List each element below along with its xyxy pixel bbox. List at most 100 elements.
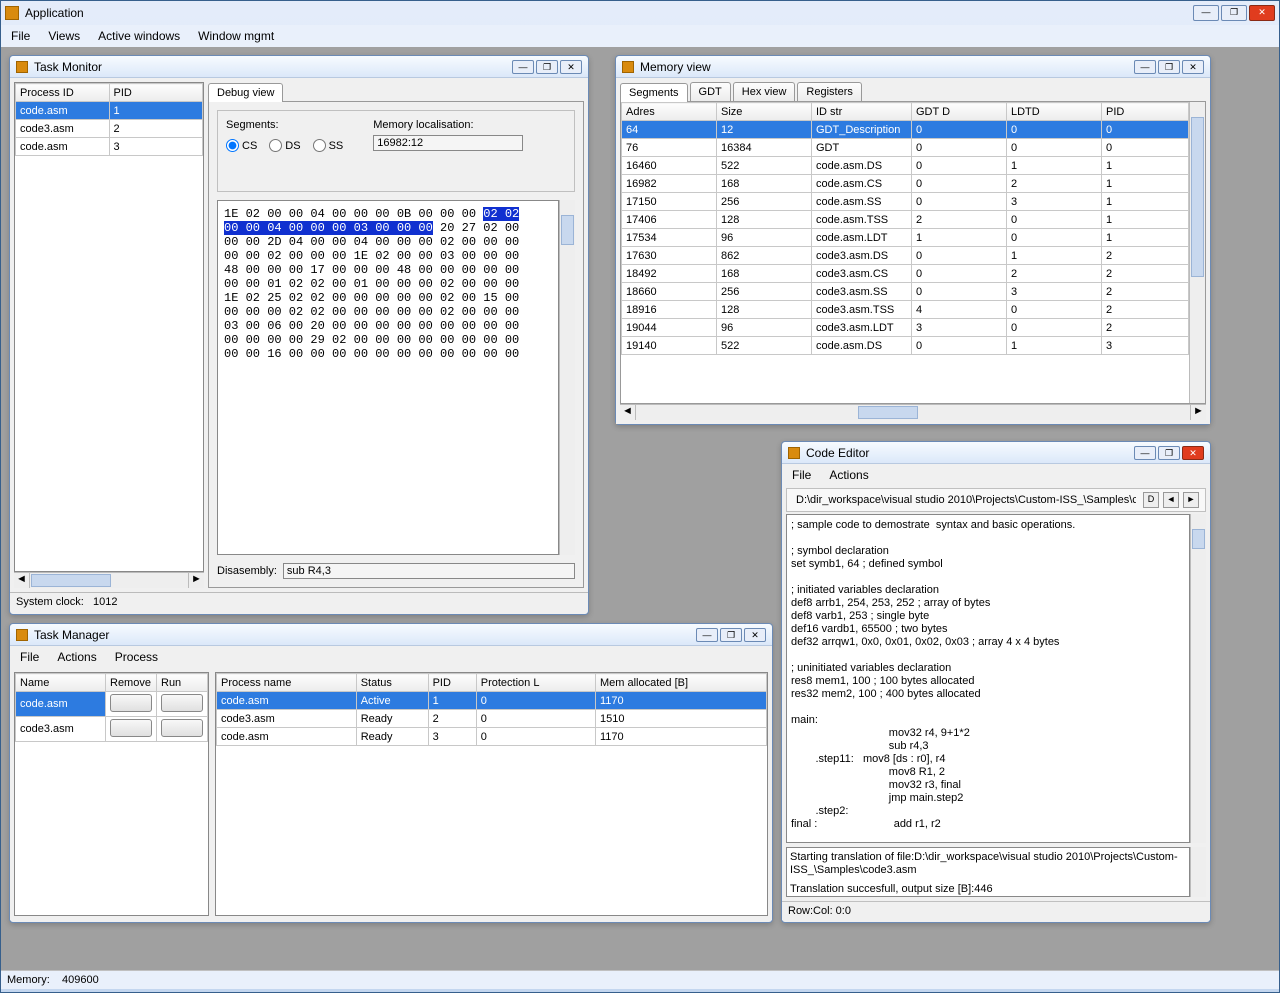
memory-view-minimize[interactable]: — (1134, 60, 1156, 74)
table-row[interactable]: code3.asm2 (16, 120, 203, 138)
table-row[interactable]: 17150256code.asm.SS031 (622, 193, 1189, 211)
task-monitor-minimize[interactable]: — (512, 60, 534, 74)
code-editor-close[interactable]: ✕ (1182, 446, 1204, 460)
table-row[interactable]: code.asm1 (16, 102, 203, 120)
ce-menu-actions[interactable]: Actions (829, 468, 868, 482)
table-row[interactable]: 18916128code3.asm.TSS402 (622, 301, 1189, 319)
code-editor-maximize[interactable]: ❐ (1158, 446, 1180, 460)
menu-views[interactable]: Views (48, 29, 80, 43)
code-text[interactable]: ; sample code to demostrate syntax and b… (786, 514, 1190, 843)
table-row[interactable]: code3.asmReady201510 (217, 710, 767, 728)
col-gdtd[interactable]: GDT D (912, 103, 1007, 121)
segments-table[interactable]: Adres Size ID str GDT D LDTD PID 6412GDT… (621, 102, 1189, 355)
table-row[interactable]: 18660256code3.asm.SS032 (622, 283, 1189, 301)
system-clock-value: 1012 (93, 596, 117, 608)
task-manager-minimize[interactable]: — (696, 628, 718, 642)
col-mem[interactable]: Mem allocated [B] (596, 674, 767, 692)
col-status[interactable]: Status (356, 674, 428, 692)
memory-view-maximize[interactable]: ❐ (1158, 60, 1180, 74)
log-output[interactable]: Starting translation of file:D:\dir_work… (786, 847, 1190, 897)
tm-left-table[interactable]: Name Remove Run code.asm code3.asm (15, 673, 208, 742)
table-row[interactable]: 16460522code.asm.DS011 (622, 157, 1189, 175)
col-name[interactable]: Name (16, 674, 106, 692)
memory-view-window: Memory view — ❐ ✕ Segments GDT Hex view … (615, 55, 1211, 425)
task-manager-icon (16, 629, 28, 641)
log-vscroll[interactable] (1190, 847, 1206, 897)
tm-right-table[interactable]: Process name Status PID Protection L Mem… (216, 673, 767, 746)
run-button[interactable] (161, 694, 203, 712)
menu-active-windows[interactable]: Active windows (98, 29, 180, 43)
col-process-name[interactable]: Process name (217, 674, 357, 692)
task-monitor-icon (16, 61, 28, 73)
nav-right-icon[interactable]: ► (1183, 492, 1199, 508)
process-table-hscroll[interactable]: ◄► (14, 572, 204, 588)
task-manager-close[interactable]: ✕ (744, 628, 766, 642)
memory-view-icon (622, 61, 634, 73)
tm-menu-actions[interactable]: Actions (57, 650, 96, 664)
table-row[interactable]: code.asmActive101170 (217, 692, 767, 710)
table-row[interactable]: 16982168code.asm.CS021 (622, 175, 1189, 193)
tab-segments[interactable]: Segments (620, 83, 688, 102)
menu-window-mgmt[interactable]: Window mgmt (198, 29, 274, 43)
table-row[interactable]: 17630862code3.asm.DS012 (622, 247, 1189, 265)
table-row[interactable]: 1753496code.asm.LDT101 (622, 229, 1189, 247)
hex-view[interactable]: 1E 02 00 00 04 00 00 00 0B 00 00 00 02 0… (217, 200, 559, 555)
radio-ss[interactable]: SS (313, 139, 344, 152)
tab-hex-view[interactable]: Hex view (733, 82, 796, 101)
col-adres[interactable]: Adres (622, 103, 717, 121)
col-pid3[interactable]: PID (428, 674, 476, 692)
tm-menu-process[interactable]: Process (115, 650, 158, 664)
remove-button[interactable] (110, 694, 152, 712)
code-editor-minimize[interactable]: — (1134, 446, 1156, 460)
disasm-value[interactable] (283, 563, 575, 579)
radio-ds[interactable]: DS (269, 139, 300, 152)
remove-button[interactable] (110, 719, 152, 737)
menu-file[interactable]: File (11, 29, 30, 43)
app-close-button[interactable]: ✕ (1249, 5, 1275, 21)
process-table[interactable]: Process ID PID code.asm1 code3.asm2 code… (15, 83, 203, 156)
tm-menu-file[interactable]: File (20, 650, 39, 664)
col-ldtd[interactable]: LDTD (1007, 103, 1102, 121)
tab-gdt[interactable]: GDT (690, 82, 731, 101)
radio-cs[interactable]: CS (226, 139, 257, 152)
app-icon (5, 6, 19, 20)
ce-menu-file[interactable]: File (792, 468, 811, 482)
file-path[interactable] (793, 493, 1139, 507)
table-row[interactable]: code3.asm (16, 717, 208, 742)
table-row[interactable]: 6412GDT_Description000 (622, 121, 1189, 139)
table-row[interactable]: 7616384GDT000 (622, 139, 1189, 157)
system-clock-label: System clock: (16, 596, 84, 608)
col-remove[interactable]: Remove (106, 674, 157, 692)
col-pid2[interactable]: PID (1102, 103, 1189, 121)
col-pid[interactable]: PID (109, 84, 203, 102)
run-button[interactable] (161, 719, 203, 737)
task-monitor-maximize[interactable]: ❐ (536, 60, 558, 74)
table-row[interactable]: 1904496code3.asm.LDT302 (622, 319, 1189, 337)
tab-debug-view[interactable]: Debug view (208, 83, 283, 102)
path-d-button[interactable]: D (1143, 492, 1159, 508)
table-row[interactable]: 18492168code3.asm.CS022 (622, 265, 1189, 283)
segments-label: Segments: (226, 119, 343, 131)
table-row[interactable]: code.asmReady301170 (217, 728, 767, 746)
tab-registers[interactable]: Registers (797, 82, 861, 101)
task-monitor-close[interactable]: ✕ (560, 60, 582, 74)
segments-hscroll[interactable]: ◄► (620, 404, 1206, 420)
table-row[interactable]: code.asm3 (16, 138, 203, 156)
app-minimize-button[interactable]: — (1193, 5, 1219, 21)
code-vscroll[interactable] (1190, 514, 1206, 843)
task-manager-maximize[interactable]: ❐ (720, 628, 742, 642)
memory-view-close[interactable]: ✕ (1182, 60, 1204, 74)
memloc-value[interactable] (373, 135, 523, 151)
col-size[interactable]: Size (717, 103, 812, 121)
nav-left-icon[interactable]: ◄ (1163, 492, 1179, 508)
table-row[interactable]: code.asm (16, 692, 208, 717)
col-process-id[interactable]: Process ID (16, 84, 110, 102)
col-run[interactable]: Run (157, 674, 208, 692)
col-idstr[interactable]: ID str (812, 103, 912, 121)
hex-vscroll[interactable] (559, 200, 575, 555)
table-row[interactable]: 17406128code.asm.TSS201 (622, 211, 1189, 229)
app-maximize-button[interactable]: ❐ (1221, 5, 1247, 21)
table-row[interactable]: 19140522code.asm.DS013 (622, 337, 1189, 355)
segments-vscroll[interactable] (1189, 102, 1205, 403)
col-protection[interactable]: Protection L (476, 674, 595, 692)
